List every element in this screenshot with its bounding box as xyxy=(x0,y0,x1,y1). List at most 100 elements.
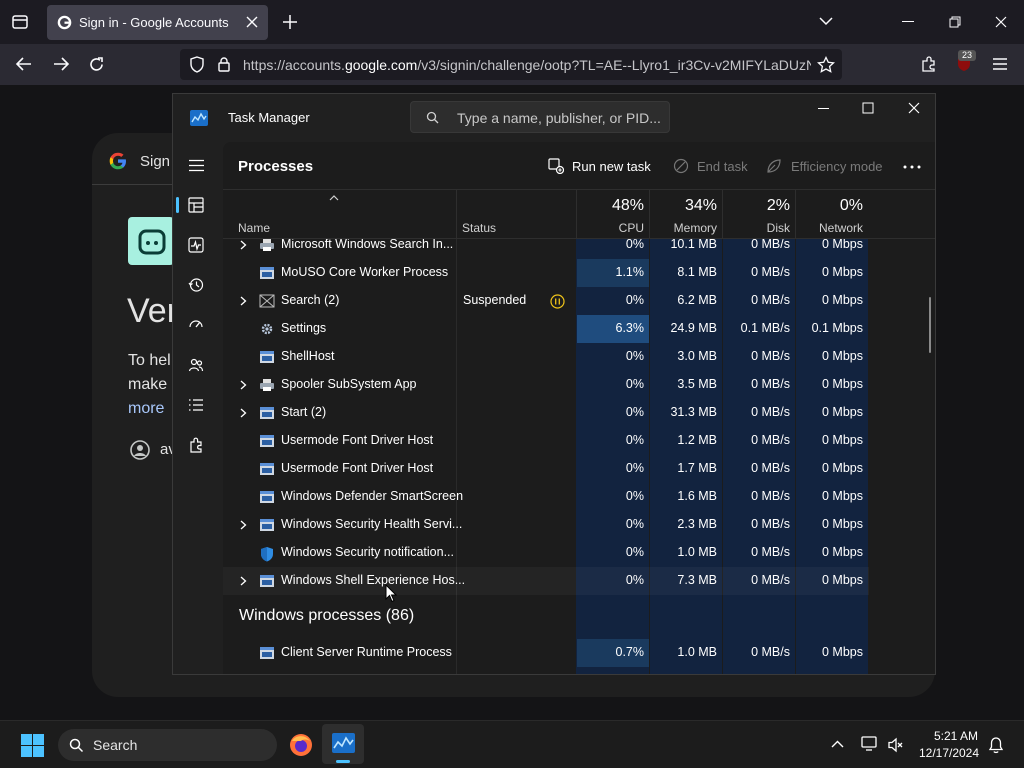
list-all-tabs-icon[interactable] xyxy=(818,15,834,27)
startup-apps-nav-icon[interactable] xyxy=(188,317,204,333)
disk-column-header[interactable]: 2% Disk xyxy=(722,189,795,239)
task-manager-taskbar-button[interactable] xyxy=(322,724,364,764)
tm-minimize-icon[interactable] xyxy=(818,108,830,110)
process-row[interactable]: Windows Security Health Servi... 0% 2.3 MB… xyxy=(223,511,869,539)
performance-nav-icon[interactable] xyxy=(188,237,204,253)
close-window-icon[interactable] xyxy=(995,16,1007,28)
expand-chevron-icon[interactable] xyxy=(240,296,247,306)
browser-nav-bar: https://accounts.google.com/v3/signin/ch… xyxy=(0,44,1024,85)
app-window-icon xyxy=(259,406,275,420)
process-disk: 0 MB/s xyxy=(751,265,790,279)
process-network: 0 Mbps xyxy=(822,405,863,419)
windows-start-icon[interactable] xyxy=(21,734,44,757)
disk-label: Disk xyxy=(766,221,790,235)
users-nav-icon[interactable] xyxy=(188,357,204,373)
hamburger-menu-icon[interactable] xyxy=(188,159,205,172)
expand-chevron-icon[interactable] xyxy=(240,520,247,530)
expand-chevron-icon[interactable] xyxy=(240,408,247,418)
new-tab-icon[interactable] xyxy=(282,14,298,30)
taskbar-search-box[interactable]: Search xyxy=(58,729,277,761)
process-row[interactable]: Start (2) 0% 31.3 MB 0 MB/s 0 Mbps xyxy=(223,399,869,427)
running-indicator xyxy=(336,760,350,763)
tm-maximize-icon[interactable] xyxy=(862,102,874,114)
expand-chevron-icon[interactable] xyxy=(240,576,247,586)
process-name: Spooler SubSystem App xyxy=(281,377,417,391)
run-new-task-button[interactable]: Run new task xyxy=(572,159,651,174)
memory-column-header[interactable]: 34% Memory xyxy=(649,189,722,239)
expand-chevron-icon[interactable] xyxy=(240,240,247,250)
end-task-button[interactable]: End task xyxy=(697,159,748,174)
bookmark-star-icon[interactable] xyxy=(817,56,835,74)
notification-bell-icon[interactable] xyxy=(988,736,1004,754)
cpu-column-header[interactable]: 48% CPU xyxy=(576,189,649,239)
process-row[interactable]: Microsoft Windows Search In... 0% 10.1 MB 0… xyxy=(223,239,869,259)
extensions-puzzle-icon[interactable] xyxy=(920,55,938,73)
expand-chevron-icon[interactable] xyxy=(240,380,247,390)
process-search-box[interactable]: Type a name, publisher, or PID... xyxy=(410,101,670,133)
taskbar-clock-time[interactable]: 5:21 AM xyxy=(921,729,991,743)
process-network: 0 Mbps xyxy=(822,239,863,251)
volume-muted-icon[interactable] xyxy=(887,737,904,753)
restore-icon[interactable] xyxy=(949,16,961,28)
process-cpu: 6.3% xyxy=(615,321,645,335)
process-row[interactable]: Settings 6.3% 24.9 MB 0.1 MB/s 0.1 Mbps xyxy=(223,315,869,343)
process-row[interactable]: Windows Defender SmartScreen 0% 1.6 MB 0 MB… xyxy=(223,483,869,511)
services-nav-icon[interactable] xyxy=(188,437,204,453)
process-network: 0 Mbps xyxy=(822,573,863,587)
tracking-protection-shield-icon[interactable] xyxy=(189,56,205,73)
browser-tab-google-signin[interactable]: Sign in - Google Accounts xyxy=(47,5,268,40)
tab-list-icon[interactable] xyxy=(10,12,30,32)
more-options-icon[interactable] xyxy=(903,165,921,169)
process-memory: 3.5 MB xyxy=(677,377,717,391)
url-bar[interactable]: https://accounts.google.com/v3/signin/ch… xyxy=(180,49,842,80)
forward-arrow-icon[interactable] xyxy=(52,56,70,72)
network-status-icon[interactable] xyxy=(861,736,878,752)
process-network: 0 Mbps xyxy=(822,489,863,503)
process-disk: 0 MB/s xyxy=(751,573,790,587)
process-column-header: Name Status 48% CPU 34% Memory 2% Disk 0… xyxy=(223,189,935,239)
task-manager-window[interactable]: Task Manager Type a name, publisher, or … xyxy=(172,93,936,675)
process-row[interactable]: Client Server Runtime Process 0% 1.0 MB 0 M… xyxy=(223,667,869,675)
process-row[interactable]: Usermode Font Driver Host 0% 1.2 MB 0 MB/s 0… xyxy=(223,427,869,455)
lock-icon[interactable] xyxy=(217,56,231,73)
printer-icon xyxy=(259,239,275,252)
process-name: Windows Security Health Servi... xyxy=(281,517,463,531)
app-window-icon xyxy=(259,434,275,448)
name-column-header[interactable]: Name xyxy=(238,221,270,235)
vertical-scrollbar-thumb[interactable] xyxy=(929,297,931,353)
back-arrow-icon[interactable] xyxy=(15,56,33,72)
app-window-icon xyxy=(259,674,275,675)
firefox-taskbar-icon[interactable] xyxy=(289,733,313,757)
process-memory: 7.3 MB xyxy=(677,573,717,587)
process-network: 0 Mbps xyxy=(796,673,863,674)
process-name: Windows Shell Experience Hos... xyxy=(281,573,466,587)
efficiency-mode-button[interactable]: Efficiency mode xyxy=(791,159,883,174)
account-avatar-icon xyxy=(129,439,151,461)
process-row[interactable]: Spooler SubSystem App 0% 3.5 MB 0 MB/s 0 Mbp… xyxy=(223,371,869,399)
google-learn-more-link[interactable]: more xyxy=(128,400,164,418)
details-nav-icon[interactable] xyxy=(188,397,204,413)
minimize-icon[interactable] xyxy=(902,21,914,23)
process-network: 0 Mbps xyxy=(822,349,863,363)
network-column-header[interactable]: 0% Network xyxy=(795,189,868,239)
process-row[interactable]: MoUSO Core Worker Process 1.1% 8.1 MB 0 MB/… xyxy=(223,259,869,287)
process-row[interactable]: Windows Shell Experience Hos... 0% 7.3 MB 0… xyxy=(223,567,869,595)
processes-nav-icon[interactable] xyxy=(188,197,204,213)
process-row[interactable]: ShellHost 0% 3.0 MB 0 MB/s 0 Mbps xyxy=(223,343,869,371)
process-cpu: 0% xyxy=(577,673,644,674)
taskbar-search-label: Search xyxy=(93,737,138,753)
app-menu-hamburger-icon[interactable] xyxy=(992,57,1008,71)
taskbar-clock-date[interactable]: 12/17/2024 xyxy=(914,746,984,760)
process-row[interactable]: Usermode Font Driver Host 0% 1.7 MB 0 MB/s 0… xyxy=(223,455,869,483)
close-tab-icon[interactable] xyxy=(245,15,259,29)
windows-processes-section-header[interactable]: Windows processes (86) xyxy=(239,607,414,625)
show-hidden-icons-chevron-icon[interactable] xyxy=(831,740,844,748)
process-row[interactable]: Search (2) Suspended 0% 6.2 MB 0 MB/s 0 Mbps xyxy=(223,287,869,315)
tm-close-icon[interactable] xyxy=(908,102,920,114)
process-row[interactable]: Windows Security notification... 0% 1.0 MB… xyxy=(223,539,869,567)
reload-icon[interactable] xyxy=(88,56,105,73)
status-column-header[interactable]: Status xyxy=(462,221,496,235)
process-row[interactable]: Client Server Runtime Process 0.7% 1.0 MB 0… xyxy=(223,639,869,667)
url-text[interactable]: https://accounts.google.com/v3/signin/ch… xyxy=(243,57,811,73)
app-history-nav-icon[interactable] xyxy=(188,277,204,293)
